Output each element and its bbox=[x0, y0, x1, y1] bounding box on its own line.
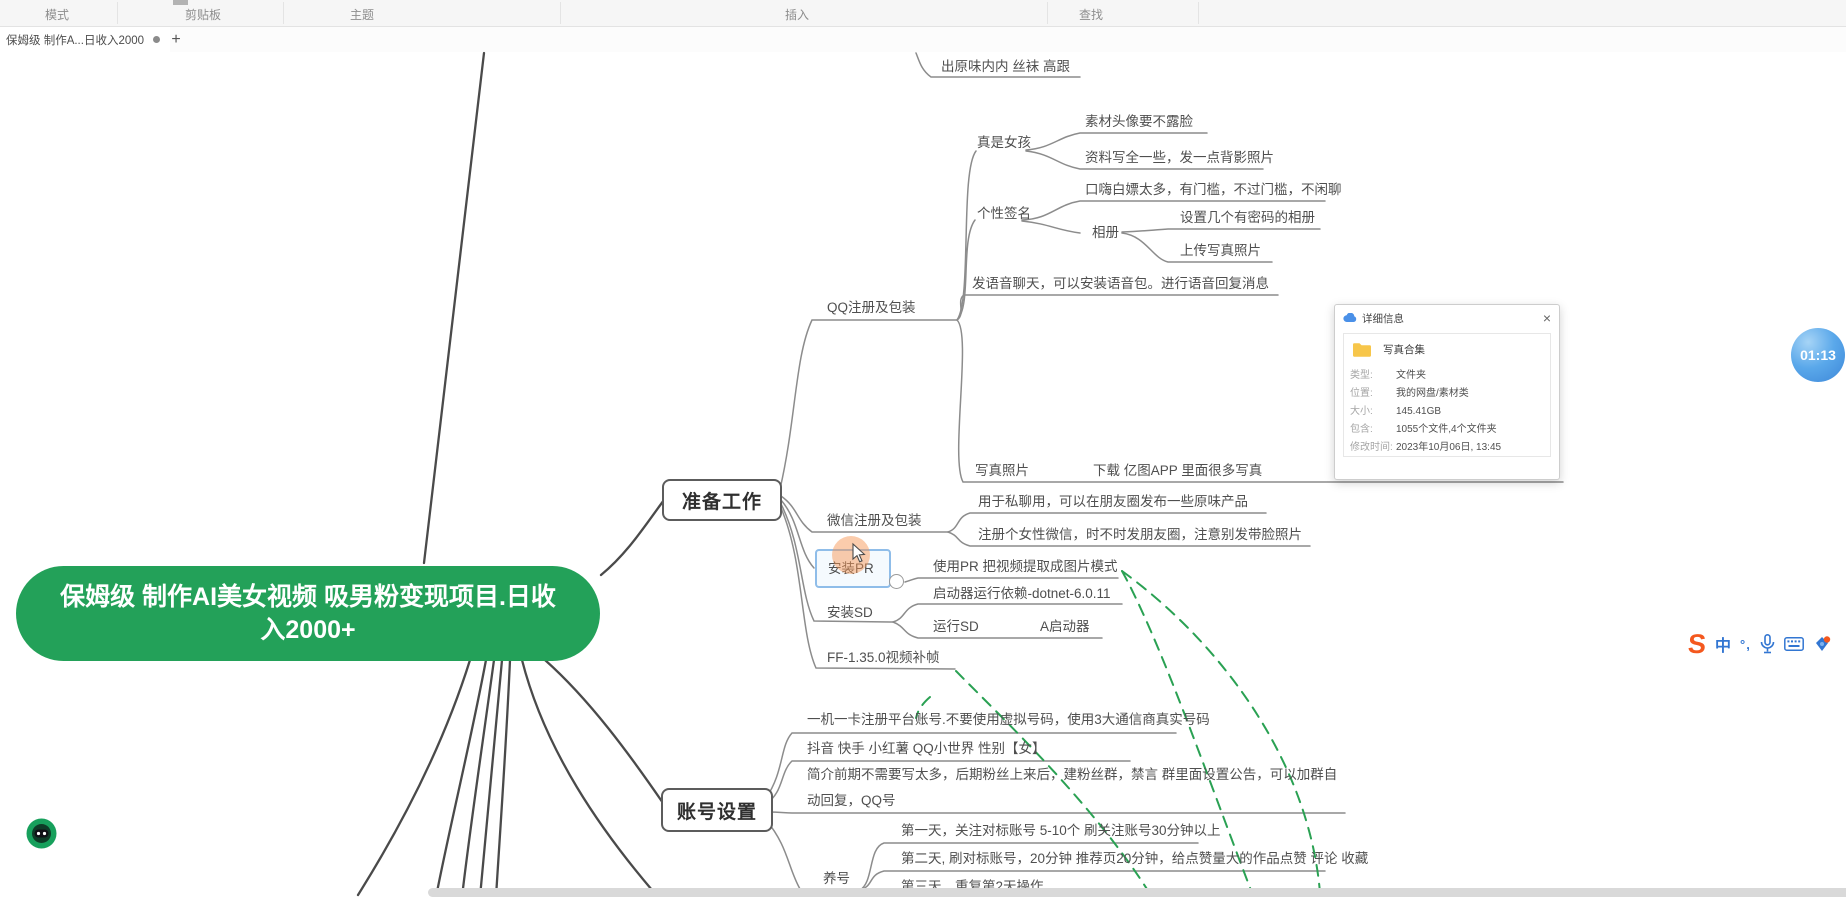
node-ff-interpolation[interactable]: FF-1.35.0视频补帧 bbox=[827, 649, 940, 666]
dialog-title: 详细信息 bbox=[1362, 312, 1404, 325]
node-account-setup[interactable]: 账号设置 bbox=[661, 788, 773, 832]
node-voice-chat[interactable]: 发语音聊天，可以安装语音包。进行语音回复消息 bbox=[972, 275, 1269, 292]
ribbon-group-theme[interactable]: 主题 bbox=[350, 6, 374, 23]
node-threshold[interactable]: 口嗨白嫖太多，有门槛，不过门槛，不闲聊 bbox=[1085, 181, 1342, 198]
field-label: 大小: bbox=[1350, 406, 1373, 417]
node-run-sd[interactable]: 运行SD bbox=[933, 618, 979, 635]
field-label: 类型: bbox=[1350, 370, 1373, 381]
keyboard-icon[interactable] bbox=[1783, 637, 1804, 651]
node-day1[interactable]: 第一天，关注对标账号 5-10个 刷关注账号30分钟以上 bbox=[901, 822, 1221, 839]
horizontal-scrollbar-thumb[interactable] bbox=[428, 888, 1846, 897]
node-album[interactable]: 相册 bbox=[1092, 224, 1119, 241]
node-platforms[interactable]: 抖音 快手 小红薯 QQ小世界 性别【女】 bbox=[807, 740, 1046, 757]
central-topic[interactable]: 保姆级 制作AI美女视频 吸男粉变现项目.日收入2000+ bbox=[16, 566, 600, 661]
cloud-drive-icon bbox=[1343, 313, 1357, 323]
node-bio-intro[interactable]: 简介前期不需要写太多，后期粉丝上来后，建粉丝群，禁言 群里面设置公告，可以加群自… bbox=[807, 762, 1347, 814]
dialog-close-icon[interactable]: × bbox=[1543, 311, 1551, 325]
ribbon-group-find[interactable]: 查找 bbox=[1079, 6, 1103, 23]
recording-timer-bubble[interactable]: 01:13 bbox=[1791, 328, 1845, 382]
field-value: 145.41GB bbox=[1396, 406, 1442, 417]
node-avatar-no-face[interactable]: 素材头像要不露脸 bbox=[1085, 113, 1193, 130]
node-signature[interactable]: 个性签名 bbox=[977, 205, 1031, 222]
node-install-sd[interactable]: 安装SD bbox=[827, 604, 873, 621]
ribbon-separator bbox=[117, 2, 118, 24]
node-preparation[interactable]: 准备工作 bbox=[662, 479, 782, 521]
field-label: 位置: bbox=[1350, 388, 1373, 399]
unsaved-dot-icon bbox=[153, 36, 161, 43]
node-day2[interactable]: 第二天, 刷对标账号，20分钟 推荐页20分钟，给点赞量大的作品点赞 评论 收藏 bbox=[901, 850, 1368, 867]
document-tab[interactable]: 保姆级 制作A...日收入2000 bbox=[0, 27, 171, 52]
ribbon-group-mode[interactable]: 模式 bbox=[45, 6, 69, 23]
ime-mode-toggle[interactable]: 中 bbox=[1715, 632, 1731, 656]
node-upload-photos[interactable]: 上传写真照片 bbox=[1180, 242, 1261, 259]
node-one-device-one-card[interactable]: 一机一卡注册平台账号.不要使用虚拟号码，使用3大通信商真实号码 bbox=[807, 711, 1210, 728]
node-original-flavor[interactable]: 出原味内内 丝袜 高跟 bbox=[941, 58, 1070, 75]
node-real-girl[interactable]: 真是女孩 bbox=[977, 134, 1031, 151]
ribbon-group-clipboard[interactable]: 剪贴板 bbox=[185, 6, 221, 23]
node-photo-collection[interactable]: 写真照片 bbox=[975, 462, 1029, 479]
microphone-icon[interactable] bbox=[1760, 634, 1775, 654]
node-profile-complete[interactable]: 资料写全一些，发一点背影照片 bbox=[1085, 149, 1274, 166]
file-row: 写真合集 bbox=[1352, 342, 1425, 357]
node-install-pr[interactable]: 安装PR bbox=[828, 560, 874, 577]
field-label: 包含: bbox=[1350, 424, 1373, 435]
node-pr-extract[interactable]: 使用PR 把视频提取成图片模式 bbox=[933, 558, 1118, 575]
node-wechat-register[interactable]: 微信注册及包装 bbox=[827, 512, 922, 529]
robot-face-icon bbox=[26, 818, 57, 849]
node-a-launcher[interactable]: A启动器 bbox=[1040, 618, 1090, 635]
new-tab-button[interactable]: + bbox=[163, 27, 189, 52]
ribbon-toolbar: 模式 剪贴板 主题 插入 查找 bbox=[0, 0, 1846, 27]
sogou-logo-icon[interactable]: S bbox=[1687, 629, 1707, 659]
file-details-dialog: 详细信息 × 写真合集 类型: 文件夹 位置: 我的网盘/素材类 大小: 145… bbox=[1334, 304, 1560, 480]
field-value: 2023年10月06日, 13:45 bbox=[1396, 442, 1502, 453]
toolbox-icon[interactable] bbox=[1813, 635, 1831, 653]
field-label: 修改时间: bbox=[1350, 442, 1393, 453]
ime-toolbar: S 中 °, bbox=[1687, 629, 1831, 659]
field-value: 文件夹 bbox=[1396, 370, 1426, 381]
assistant-bot-icon[interactable] bbox=[26, 818, 57, 849]
node-download-app[interactable]: 下载 亿图APP 里面很多写真 bbox=[1093, 462, 1262, 479]
field-value: 1055个文件,4个文件夹 bbox=[1396, 424, 1497, 435]
titlebar-notch bbox=[173, 0, 188, 5]
folder-icon bbox=[1353, 343, 1371, 357]
node-female-wechat[interactable]: 注册个女性微信，时不时发朋友圈，注意别发带脸照片 bbox=[978, 526, 1302, 543]
dialog-header[interactable]: 详细信息 × bbox=[1335, 305, 1559, 331]
ribbon-group-insert[interactable]: 插入 bbox=[785, 6, 809, 23]
document-tabbar: 保姆级 制作A...日收入2000 + bbox=[0, 27, 1846, 53]
node-account-nurturing[interactable]: 养号 bbox=[823, 870, 850, 887]
document-tab-label: 保姆级 制作A...日收入2000 bbox=[6, 34, 145, 47]
ribbon-separator bbox=[560, 2, 561, 24]
dialog-file-panel: 写真合集 类型: 文件夹 位置: 我的网盘/素材类 大小: 145.41GB 包… bbox=[1343, 333, 1551, 457]
file-name: 写真合集 bbox=[1383, 344, 1425, 356]
ribbon-separator bbox=[283, 2, 284, 24]
node-qq-register[interactable]: QQ注册及包装 bbox=[827, 299, 916, 316]
ribbon-separator bbox=[1198, 2, 1199, 24]
collapse-handle[interactable] bbox=[889, 574, 904, 589]
ribbon-separator bbox=[1047, 2, 1048, 24]
node-password-albums[interactable]: 设置几个有密码的相册 bbox=[1180, 209, 1315, 226]
field-value: 我的网盘/素材类 bbox=[1396, 388, 1469, 399]
node-launcher-dependency[interactable]: 启动器运行依赖-dotnet-6.0.11 bbox=[933, 585, 1111, 602]
node-private-chat[interactable]: 用于私聊用，可以在朋友圈发布一些原味产品 bbox=[978, 493, 1248, 510]
ime-punctuation-icon[interactable]: °, bbox=[1740, 637, 1751, 652]
